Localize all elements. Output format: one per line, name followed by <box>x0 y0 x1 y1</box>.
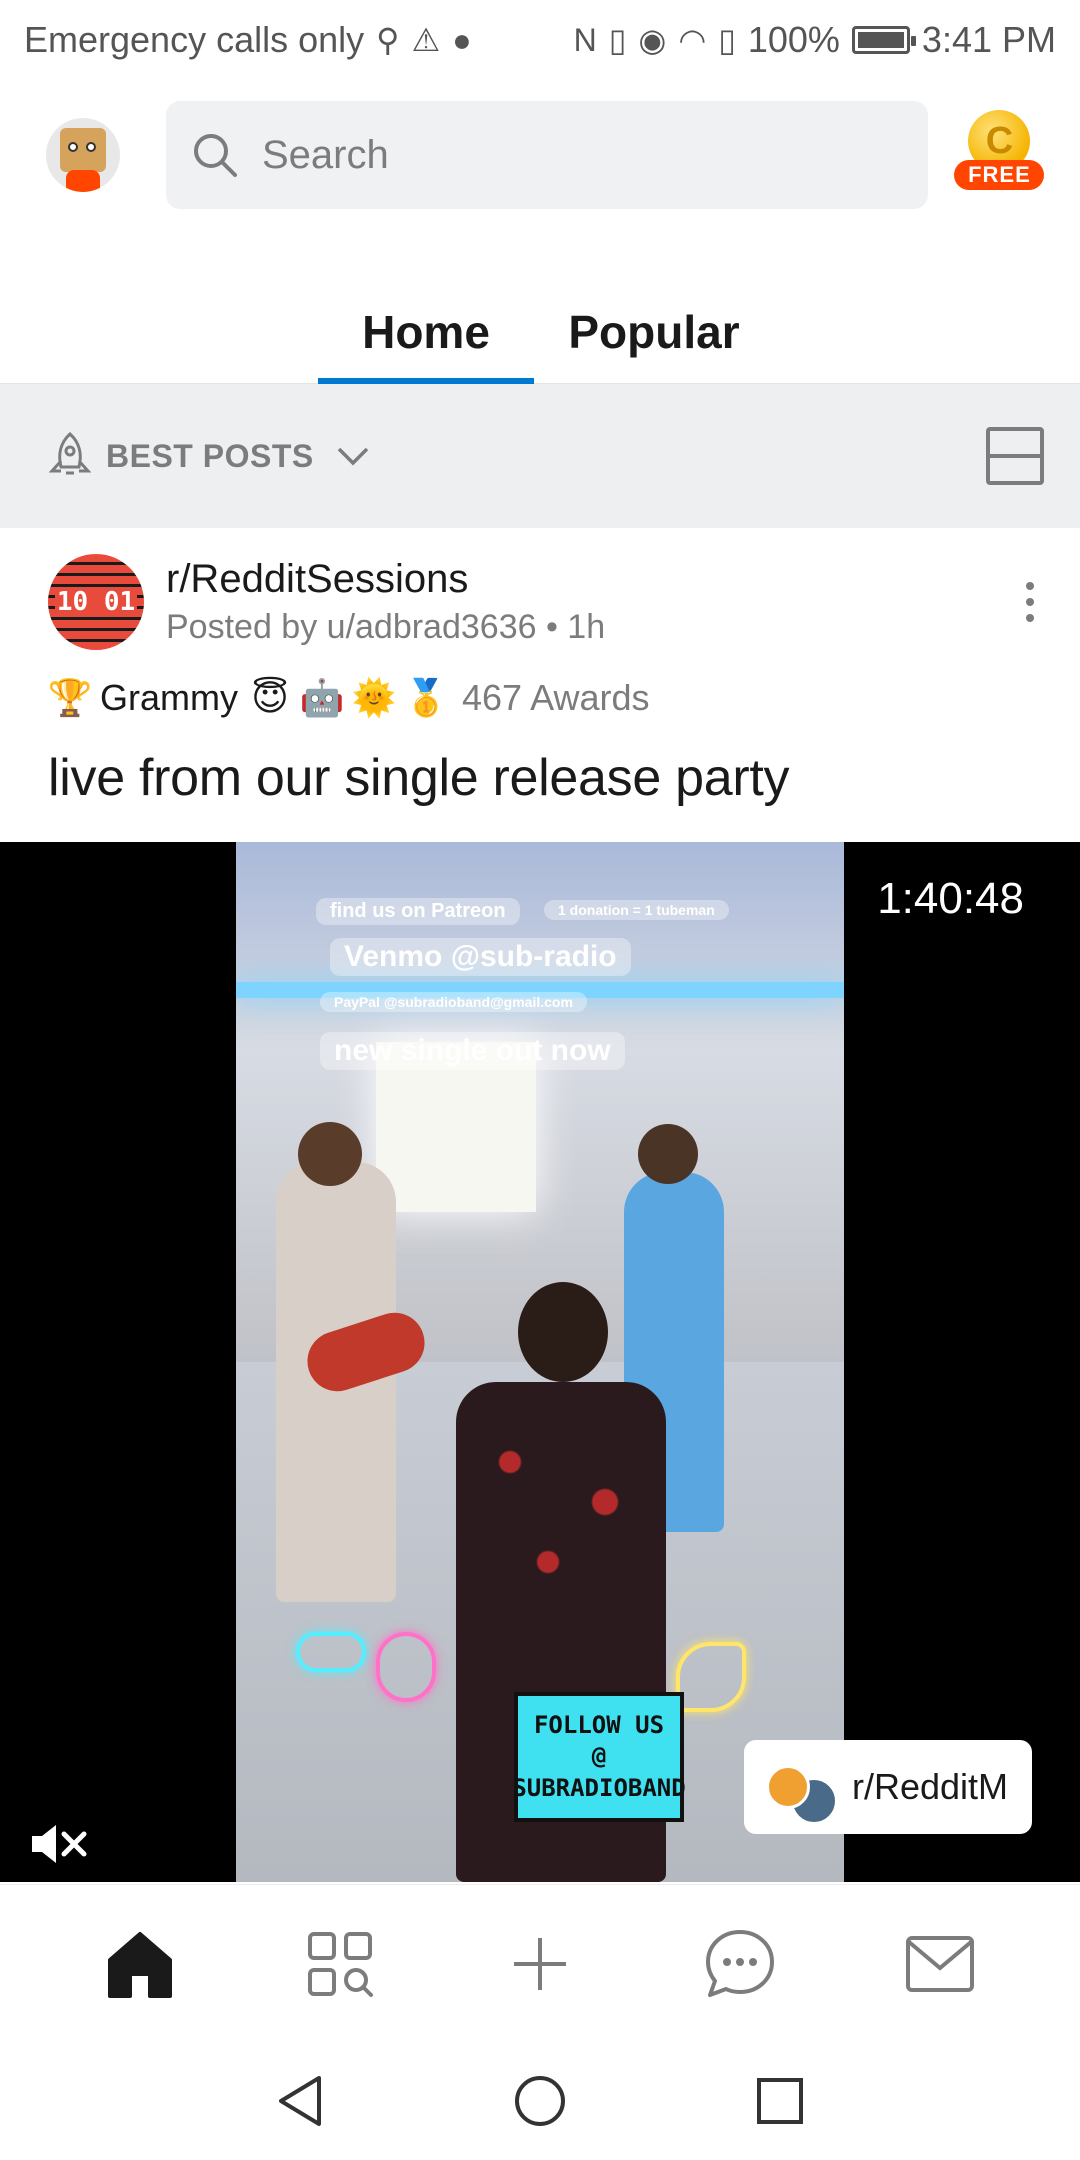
snoo-award-icon: 🤖 <box>299 677 345 718</box>
nav-inbox[interactable] <box>890 1914 990 2014</box>
post-title[interactable]: live from our single release party <box>48 748 790 808</box>
tab-popular[interactable]: Popular <box>546 280 762 384</box>
clock: 3:41 PM <box>921 19 1056 60</box>
plus-icon <box>514 1937 566 1990</box>
chevron-down-icon <box>337 447 368 466</box>
sort-dropdown[interactable]: BEST POSTS <box>48 431 370 481</box>
tab-home[interactable]: Home <box>318 280 534 384</box>
free-badge: FREE <box>954 160 1045 190</box>
award-count: 467 Awards <box>462 677 650 718</box>
award-label: Grammy <box>100 677 238 718</box>
subreddit-icon-text: 10 01 <box>54 587 138 617</box>
app-notification-icon: ● <box>452 21 472 58</box>
free-coins-button[interactable]: C FREE <box>954 110 1045 200</box>
overlay-tubeman: 1 donation = 1 tubeman <box>544 900 729 920</box>
overlay-venmo: Venmo @sub-radio <box>330 938 631 976</box>
system-navigation <box>0 2042 1080 2160</box>
video-player[interactable]: find us on Patreon 1 donation = 1 tubema… <box>0 842 1080 1882</box>
overlay-paypal: PayPal @subradioband@gmail.com <box>320 992 587 1012</box>
laurel-award-icon: 🥇 <box>403 677 449 718</box>
search-icon <box>194 134 237 177</box>
system-back-button[interactable] <box>265 2066 335 2136</box>
rocket-icon <box>48 431 92 475</box>
video-duration: 1:40:48 <box>847 862 1044 936</box>
nav-create-post[interactable] <box>490 1914 590 2014</box>
sort-bar: BEST POSTS <box>0 384 1080 528</box>
feed-tabs: Home Popular <box>0 280 1080 384</box>
wifi-icon: ◠ <box>678 22 707 58</box>
sign-line-1: FOLLOW US <box>533 1711 665 1740</box>
back-triangle-icon <box>279 2076 321 2126</box>
warning-icon: ⚠ <box>411 22 441 58</box>
posted-by[interactable]: Posted by u/adbrad3636 • 1h <box>166 608 605 647</box>
search-input[interactable] <box>262 132 862 178</box>
sim-icon: ▯ <box>718 22 736 58</box>
search-bar[interactable] <box>166 101 929 209</box>
recents-square-icon <box>757 2078 803 2124</box>
muted-speaker-icon <box>32 1825 87 1863</box>
grammy-award-icon: 🏆 <box>47 677 93 718</box>
bottom-nav <box>0 1884 1080 2042</box>
mail-icon <box>906 1935 974 1992</box>
nav-chat[interactable] <box>690 1914 790 2014</box>
system-home-button[interactable] <box>505 2066 575 2136</box>
post-header: 10 01 r/RedditSessions Posted by u/adbra… <box>0 552 1080 652</box>
status-bar: Emergency calls only ⚲ ⚠ ● N ▯ ◉ ◠ ▯ 100… <box>0 0 1080 80</box>
user-avatar[interactable] <box>46 118 120 192</box>
nfc-icon: N <box>573 21 597 58</box>
home-circle-icon <box>515 2076 565 2126</box>
wholesome-award-icon: 😇 <box>251 677 289 718</box>
awards-row[interactable]: 🏆 Grammy 😇 🤖 🌞 🥇 467 Awards <box>47 668 650 728</box>
overlay-single: new single out now <box>320 1032 625 1070</box>
sign-line-3: SUBRADIOBAND <box>512 1773 686 1802</box>
sign-line-2: @ <box>591 1742 607 1771</box>
live-subreddit-chip[interactable]: r/RedditM <box>744 1740 1032 1834</box>
discover-grid-icon <box>308 1931 373 1997</box>
subreddit-name[interactable]: r/RedditSessions <box>166 557 605 602</box>
nav-discover[interactable] <box>290 1914 390 2014</box>
follow-us-sign: FOLLOW US @ SUBRADIOBAND <box>512 1692 686 1822</box>
battery-icon <box>851 26 916 54</box>
overlay-patreon: find us on Patreon <box>316 898 520 925</box>
carrier-text: Emergency calls only <box>24 19 365 60</box>
eye-comfort-icon: ◉ <box>638 22 667 58</box>
system-recents-button[interactable] <box>745 2066 815 2136</box>
vibrate-icon: ▯ <box>608 22 627 58</box>
nav-home[interactable] <box>90 1914 190 2014</box>
sort-label: BEST POSTS <box>106 437 314 474</box>
mute-button[interactable] <box>30 1822 90 1871</box>
usb-icon: ⚲ <box>376 22 400 58</box>
chip-text: r/RedditM <box>852 1766 1009 1807</box>
chat-icon <box>706 1929 774 1997</box>
app-header: C FREE <box>0 80 1080 230</box>
video-frame: find us on Patreon 1 donation = 1 tubema… <box>236 842 844 1882</box>
battery-percent: 100% <box>747 19 840 60</box>
home-icon <box>108 1931 172 1998</box>
card-layout-icon[interactable] <box>986 427 1044 485</box>
sun-award-icon: 🌞 <box>351 677 397 718</box>
chip-avatar-1 <box>766 1765 810 1809</box>
more-options-icon[interactable] <box>1026 582 1038 622</box>
subreddit-avatar[interactable]: 10 01 <box>48 554 144 650</box>
